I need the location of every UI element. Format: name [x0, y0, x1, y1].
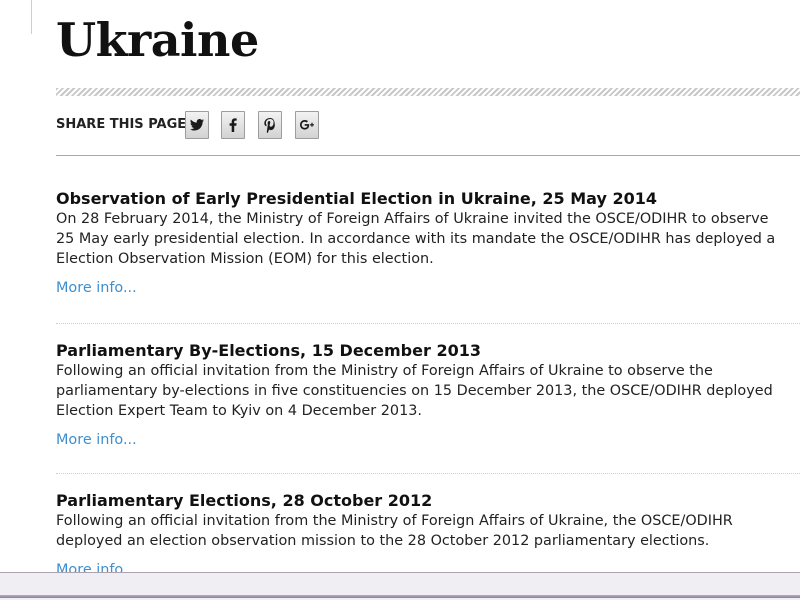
- google-plus-share-button[interactable]: [295, 111, 319, 139]
- election-entry: Parliamentary Elections, 28 October 2012…: [56, 491, 800, 580]
- share-bar-divider: [56, 155, 800, 156]
- entry-description-line: Election Expert Team to Kyiv on 4 Decemb…: [56, 403, 422, 419]
- title-hatched-divider: [56, 88, 800, 96]
- pinterest-icon: [264, 118, 275, 133]
- entry-description-line: Following an official invitation from th…: [56, 363, 713, 379]
- entry-title: Parliamentary By-Elections, 15 December …: [56, 341, 481, 360]
- pinterest-share-button[interactable]: [258, 111, 282, 139]
- election-entry: Parliamentary By-Elections, 15 December …: [56, 341, 800, 450]
- entry-description: On 28 February 2014, the Ministry of For…: [56, 209, 800, 269]
- facebook-icon: [229, 118, 237, 132]
- share-bar: SHARE THIS PAGE: [56, 110, 800, 142]
- left-edge-rule: [31, 0, 32, 34]
- browser-bottom-bar: [0, 572, 800, 600]
- more-info-link[interactable]: More info...: [56, 430, 800, 450]
- entry-divider: [56, 473, 800, 474]
- entry-description-line: Following an official invitation from th…: [56, 513, 733, 529]
- entry-title: Parliamentary Elections, 28 October 2012: [56, 491, 433, 510]
- twitter-icon: [190, 119, 204, 131]
- share-label: SHARE THIS PAGE: [56, 117, 187, 132]
- entry-description-line: Election Observation Mission (EOM) for t…: [56, 251, 434, 267]
- entry-divider: [56, 323, 800, 324]
- entry-description-line: On 28 February 2014, the Ministry of For…: [56, 211, 769, 227]
- more-info-link[interactable]: More info...: [56, 278, 800, 298]
- election-entry: Observation of Early Presidential Electi…: [56, 189, 800, 298]
- entry-description-line: parliamentary by-elections in five const…: [56, 383, 773, 399]
- facebook-share-button[interactable]: [221, 111, 245, 139]
- page-title: Ukraine: [56, 13, 259, 67]
- google-plus-icon: [300, 120, 314, 130]
- entry-description: Following an official invitation from th…: [56, 511, 800, 551]
- entry-description: Following an official invitation from th…: [56, 361, 800, 421]
- twitter-share-button[interactable]: [185, 111, 209, 139]
- entry-title: Observation of Early Presidential Electi…: [56, 189, 657, 208]
- entry-description-line: 25 May early presidential election. In a…: [56, 231, 776, 247]
- entry-description-line: deployed an election observation mission…: [56, 533, 710, 549]
